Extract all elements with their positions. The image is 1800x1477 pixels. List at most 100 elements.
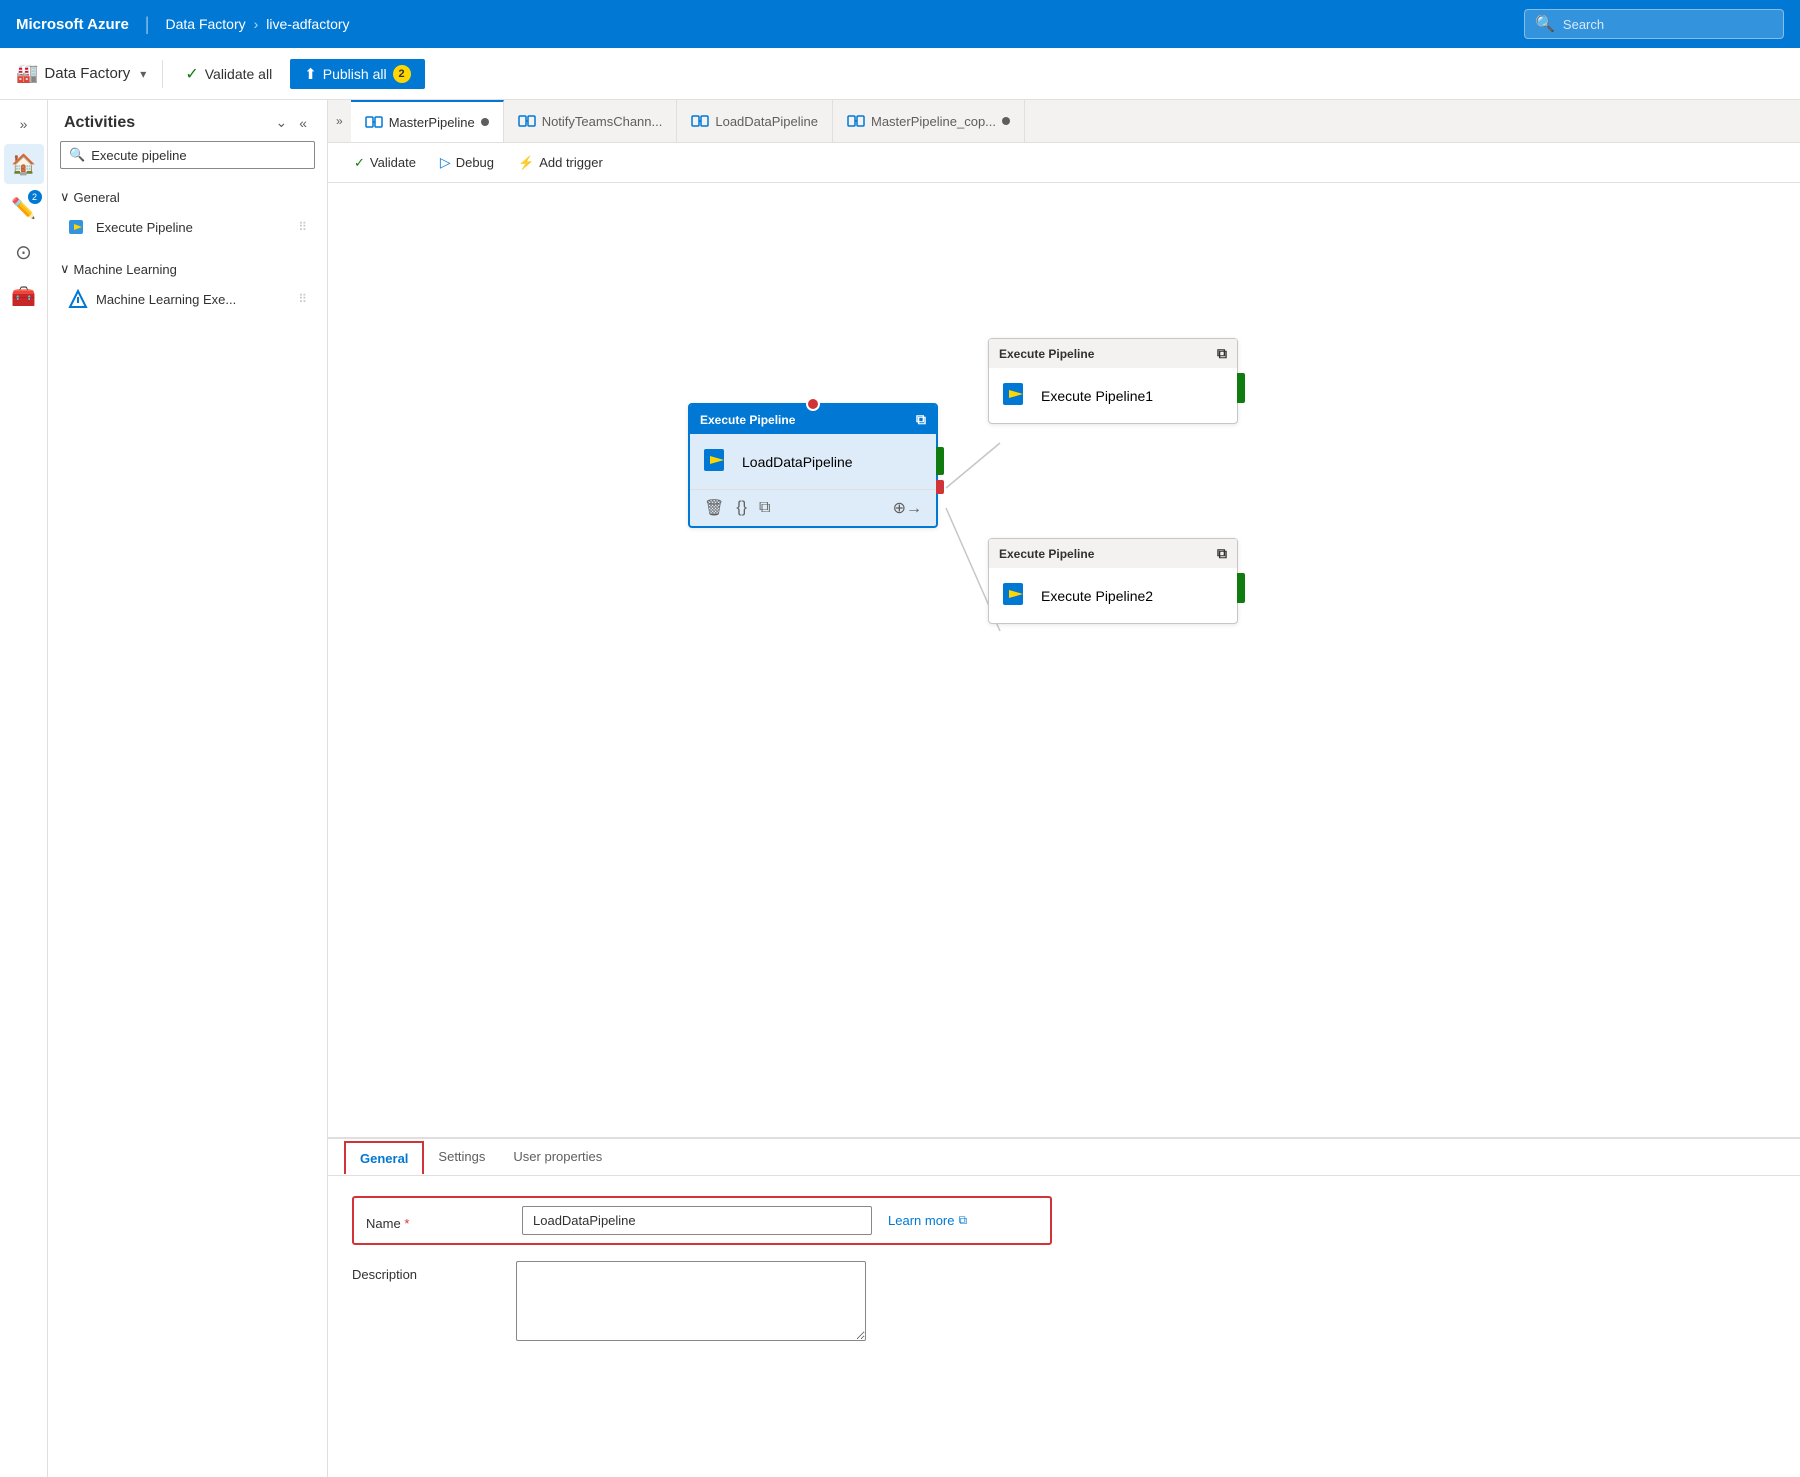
name-input[interactable] [522, 1206, 872, 1235]
factory-dropdown-button[interactable]: ▾ [136, 63, 150, 85]
validate-all-button[interactable]: ✓ Validate all [175, 58, 282, 90]
right-top-node-label: Execute Pipeline1 [1041, 388, 1153, 404]
ml-execute-label: Machine Learning Exe... [96, 292, 236, 307]
learn-more-link[interactable]: Learn more ⧉ [888, 1213, 967, 1228]
drag-handle-ml: ⠿ [298, 292, 307, 306]
open-external-icon-1[interactable]: ⧉ [1217, 345, 1227, 362]
home-icon: 🏠 [11, 152, 36, 177]
publish-icon: ⬆ [304, 65, 317, 83]
code-icon[interactable]: {} [734, 497, 749, 519]
main-toolbar: 🏭 Data Factory ▾ ✓ Validate all ⬆ Publis… [0, 48, 1800, 100]
close-panel-button[interactable]: « [295, 112, 311, 133]
connect-icon[interactable]: ⊕→ [891, 496, 924, 520]
search-box[interactable]: 🔍 [1524, 9, 1784, 39]
sidebar-expand-button[interactable]: » [8, 108, 40, 140]
activities-search-input[interactable] [91, 148, 306, 163]
breadcrumb-service[interactable]: Data Factory [165, 16, 245, 32]
activities-panel: Activities ⌄ « 🔍 ∨ General [48, 100, 328, 1477]
center-pipeline-node[interactable]: Execute Pipeline ⧉ LoadDataPipeline [688, 403, 938, 528]
tab-dot-master-copy [1002, 117, 1010, 125]
right-bottom-pipeline-node[interactable]: Execute Pipeline ⧉ Execute Pipeline2 [988, 538, 1238, 624]
right-bottom-node-type: Execute Pipeline [999, 547, 1094, 561]
general-group-label: General [74, 190, 120, 205]
learn-more-text: Learn more [888, 1213, 954, 1228]
tab-load-data[interactable]: LoadDataPipeline [677, 100, 833, 142]
breadcrumb: Data Factory › live-adfactory [165, 16, 349, 32]
validate-icon: ✓ [185, 64, 198, 84]
name-label-text: Name [366, 1216, 401, 1231]
activities-title: Activities [64, 114, 135, 132]
sidebar-tools-button[interactable]: 🧰 [4, 276, 44, 316]
activities-header: Activities ⌄ « [48, 100, 327, 141]
center-node-actions: 🗑 {} ⧉ ⊕→ [690, 489, 936, 526]
tab-settings[interactable]: Settings [424, 1139, 499, 1176]
activities-group-general: ∨ General Execute Pipeline ⠿ [48, 179, 327, 251]
ml-execute-activity[interactable]: Machine Learning Exe... ⠿ [60, 283, 315, 315]
activities-controls: ⌄ « [271, 112, 311, 133]
tab-expand-left[interactable]: » [328, 100, 351, 142]
tab-master-copy[interactable]: MasterPipeline_cop... [833, 100, 1025, 142]
tab-master-pipeline[interactable]: MasterPipeline [351, 100, 504, 142]
add-trigger-button[interactable]: ⚡ Add trigger [508, 150, 613, 176]
name-field-container: Name * Learn more ⧉ [352, 1196, 1052, 1245]
breadcrumb-resource: live-adfactory [266, 16, 349, 32]
copy-icon[interactable]: ⧉ [757, 497, 772, 519]
execute-pipeline-icon [68, 217, 88, 237]
description-input[interactable] [516, 1261, 866, 1341]
open-external-icon[interactable]: ⧉ [916, 411, 926, 428]
delete-icon[interactable]: 🗑 [702, 496, 726, 520]
debug-button[interactable]: ▷ Debug [430, 149, 504, 176]
trigger-icon: ⚡ [518, 155, 534, 171]
ml-group-header[interactable]: ∨ Machine Learning [60, 257, 315, 281]
node1-success-bar [1237, 373, 1245, 403]
validate-button[interactable]: ✓ Validate [344, 150, 426, 176]
sidebar-monitor-button[interactable]: ⊙ [4, 232, 44, 272]
factory-label: Data Factory [44, 65, 130, 82]
execute-pipeline-activity[interactable]: Execute Pipeline ⠿ [60, 211, 315, 243]
collapse-button[interactable]: ⌄ [271, 112, 291, 133]
tab-dot-master [481, 118, 489, 126]
chevron-down-icon: ∨ [60, 189, 70, 205]
pipeline-tab-icon [365, 113, 383, 131]
pipeline-area: » MasterPipeline NotifyTeamsChann... [328, 100, 1800, 1477]
right-top-node-header: Execute Pipeline ⧉ [989, 339, 1237, 368]
sidebar-home-button[interactable]: 🏠 [4, 144, 44, 184]
sidebar-pencil-button[interactable]: ✏️ 2 [4, 188, 44, 228]
pipeline-toolbar: ✓ Validate ▷ Debug ⚡ Add trigger [328, 143, 1800, 183]
publish-all-button[interactable]: ⬆ Publish all 2 [290, 59, 424, 89]
properties-content: Name * Learn more ⧉ Description [328, 1176, 1800, 1377]
general-group-header[interactable]: ∨ General [60, 185, 315, 209]
name-label: Name * [366, 1210, 506, 1231]
search-input[interactable] [1563, 17, 1773, 32]
right-bottom-node-header: Execute Pipeline ⧉ [989, 539, 1237, 568]
activities-search-box[interactable]: 🔍 [60, 141, 315, 169]
publish-all-label: Publish all [323, 66, 387, 82]
right-bottom-node-label: Execute Pipeline2 [1041, 588, 1153, 604]
add-trigger-label: Add trigger [539, 155, 603, 170]
general-tab-label: General [360, 1151, 408, 1166]
node-success-bar [936, 447, 944, 475]
tabs-bar: » MasterPipeline NotifyTeamsChann... [328, 100, 1800, 143]
open-external-icon-2[interactable]: ⧉ [1217, 545, 1227, 562]
load-tab-icon [691, 112, 709, 130]
right-top-pipeline-node[interactable]: Execute Pipeline ⧉ Execute Pipeline1 [988, 338, 1238, 424]
icon-sidebar: » 🏠 ✏️ 2 ⊙ 🧰 [0, 100, 48, 1477]
node-failure-bar [936, 480, 944, 494]
tab-general[interactable]: General [344, 1141, 424, 1174]
right-top-node-body: Execute Pipeline1 [989, 368, 1237, 423]
monitor-icon: ⊙ [15, 240, 32, 265]
search-icon: 🔍 [1535, 14, 1555, 34]
tab-master-pipeline-label: MasterPipeline [389, 115, 475, 130]
right-bottom-node-body: Execute Pipeline2 [989, 568, 1237, 623]
description-field-row: Description [352, 1261, 1776, 1341]
tab-user-properties[interactable]: User properties [499, 1139, 616, 1176]
validate-label: Validate [370, 155, 416, 170]
tab-notify-teams[interactable]: NotifyTeamsChann... [504, 100, 678, 142]
connections-svg [328, 183, 1800, 1137]
right-top-node-type: Execute Pipeline [999, 347, 1094, 361]
debug-label: Debug [456, 155, 494, 170]
activities-group-ml: ∨ Machine Learning Machine Learning Exe.… [48, 251, 327, 323]
properties-tabs: General Settings User properties [328, 1139, 1800, 1176]
pipeline-canvas[interactable]: Execute Pipeline ⧉ LoadDataPipeline [328, 183, 1800, 1137]
properties-panel: General Settings User properties Name [328, 1137, 1800, 1477]
